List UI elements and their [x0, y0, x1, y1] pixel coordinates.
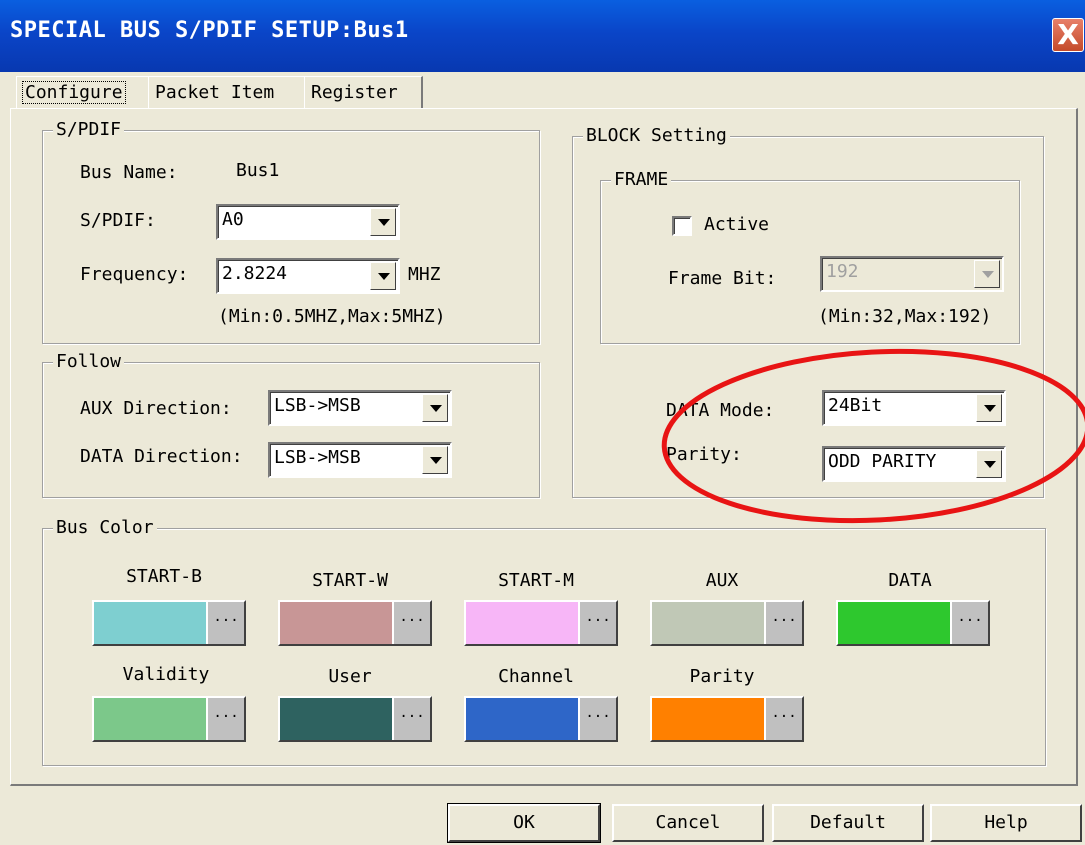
color-fill — [280, 698, 394, 740]
aux-direction-label: AUX Direction: — [80, 398, 232, 419]
data-direction-label: DATA Direction: — [80, 446, 243, 467]
close-button[interactable]: X — [1052, 18, 1084, 52]
chevron-down-icon[interactable] — [370, 208, 396, 236]
color-name-user: User — [328, 666, 372, 687]
default-button[interactable]: Default — [772, 804, 924, 842]
aux-direction-value: LSB->MSB — [274, 395, 361, 416]
more-icon[interactable]: ... — [578, 602, 616, 644]
frequency-unit: MHZ — [408, 264, 441, 285]
ok-button[interactable]: OK — [447, 803, 601, 843]
frame-legend: FRAME — [611, 169, 672, 190]
tab-configure-label: Configure — [22, 81, 126, 104]
color-fill — [652, 602, 766, 644]
window-title: SPECIAL BUS S/PDIF SETUP:Bus1 — [10, 18, 409, 43]
data-direction-value: LSB->MSB — [274, 447, 361, 468]
color-swatch-channel[interactable]: ... — [464, 696, 618, 742]
frame-bit-value: 192 — [826, 261, 859, 282]
color-fill — [838, 602, 952, 644]
block-setting-legend: BLOCK Setting — [583, 125, 730, 146]
more-icon[interactable]: ... — [764, 602, 802, 644]
spdif-group-legend: S/PDIF — [53, 119, 125, 140]
color-fill — [652, 698, 766, 740]
spdif-select[interactable]: A0 — [216, 204, 400, 240]
parity-value: ODD PARITY — [828, 451, 937, 472]
active-checkbox[interactable] — [672, 216, 692, 236]
color-name-data: DATA — [888, 570, 932, 591]
tab-register[interactable]: Register — [304, 76, 423, 109]
color-name-start-b: START-B — [126, 566, 202, 587]
chevron-down-icon[interactable] — [370, 262, 396, 290]
spdif-label: S/PDIF: — [80, 210, 156, 231]
data-mode-value: 24Bit — [828, 395, 883, 416]
color-fill — [466, 602, 580, 644]
color-swatch-aux[interactable]: ... — [650, 600, 804, 646]
more-icon[interactable]: ... — [764, 698, 802, 740]
tab-packet-item[interactable]: Packet Item — [148, 76, 307, 109]
bus-name-value: Bus1 — [236, 160, 280, 181]
parity-select[interactable]: ODD PARITY — [822, 446, 1006, 482]
color-fill — [94, 698, 208, 740]
color-swatch-start-b[interactable]: ... — [92, 600, 246, 646]
color-name-channel: Channel — [498, 666, 574, 687]
color-swatch-parity[interactable]: ... — [650, 696, 804, 742]
chevron-down-icon[interactable] — [976, 450, 1002, 478]
chevron-down-icon[interactable] — [422, 394, 448, 422]
cancel-button[interactable]: Cancel — [612, 804, 764, 842]
color-name-parity: Parity — [689, 666, 755, 687]
color-swatch-data[interactable]: ... — [836, 600, 990, 646]
frequency-select-value: 2.8224 — [222, 263, 288, 284]
color-swatch-start-w[interactable]: ... — [278, 600, 432, 646]
tab-configure[interactable]: Configure — [16, 76, 153, 109]
more-icon[interactable]: ... — [392, 602, 430, 644]
color-swatch-start-m[interactable]: ... — [464, 600, 618, 646]
data-direction-select[interactable]: LSB->MSB — [268, 442, 452, 478]
follow-group-legend: Follow — [53, 351, 125, 372]
color-fill — [280, 602, 394, 644]
color-swatch-user[interactable]: ... — [278, 696, 432, 742]
frequency-range-hint: (Min:0.5MHZ,Max:5MHZ) — [218, 306, 446, 327]
frequency-label: Frequency: — [80, 264, 189, 285]
frame-bit-select[interactable]: 192 — [820, 256, 1004, 292]
tab-packet-item-label: Packet Item — [155, 82, 275, 103]
more-icon[interactable]: ... — [392, 698, 430, 740]
spdif-select-value: A0 — [222, 209, 244, 230]
color-fill — [94, 602, 208, 644]
bus-name-label: Bus Name: — [80, 162, 178, 183]
color-name-validity: Validity — [122, 664, 210, 685]
title-bar[interactable]: SPECIAL BUS S/PDIF SETUP:Bus1 X — [0, 0, 1085, 72]
aux-direction-select[interactable]: LSB->MSB — [268, 390, 452, 426]
color-name-start-w: START-W — [312, 570, 388, 591]
help-button[interactable]: Help — [930, 804, 1082, 842]
tab-register-label: Register — [311, 82, 398, 103]
data-mode-select[interactable]: 24Bit — [822, 390, 1006, 426]
frame-bit-range-hint: (Min:32,Max:192) — [818, 306, 992, 327]
chevron-down-icon[interactable] — [976, 394, 1002, 422]
chevron-down-icon[interactable] — [422, 446, 448, 474]
chevron-down-icon[interactable] — [974, 260, 1000, 288]
frame-bit-label: Frame Bit: — [668, 268, 777, 289]
color-name-aux: AUX — [705, 570, 739, 591]
color-swatch-validity[interactable]: ... — [92, 696, 246, 742]
color-fill — [466, 698, 580, 740]
data-mode-label: DATA Mode: — [666, 400, 775, 421]
more-icon[interactable]: ... — [206, 602, 244, 644]
bus-color-legend: Bus Color — [53, 517, 157, 538]
frequency-select[interactable]: 2.8224 — [216, 258, 400, 294]
more-icon[interactable]: ... — [206, 698, 244, 740]
color-name-start-m: START-M — [498, 570, 574, 591]
more-icon[interactable]: ... — [950, 602, 988, 644]
close-icon: X — [1057, 18, 1079, 51]
more-icon[interactable]: ... — [578, 698, 616, 740]
active-label: Active — [704, 214, 770, 235]
parity-label: Parity: — [666, 444, 742, 465]
